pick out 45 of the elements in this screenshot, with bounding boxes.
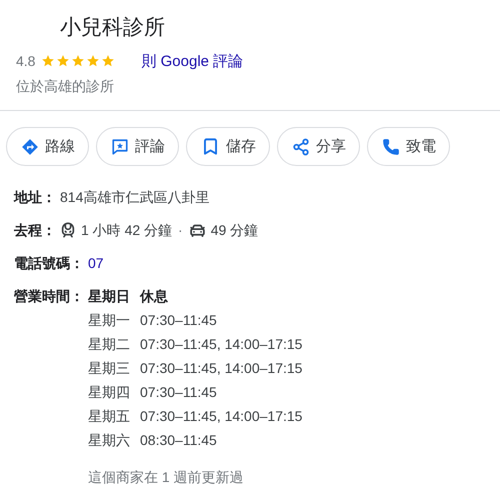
day-hours: 07:30–11:45 <box>140 383 217 401</box>
train-icon <box>60 222 76 238</box>
place-title: 小兒科診所 <box>60 15 166 41</box>
phone-label: 電話號碼： <box>14 254 84 272</box>
day-name: 星期日 <box>88 287 130 305</box>
phone-icon <box>382 138 400 156</box>
review-icon <box>111 138 129 156</box>
separator: · <box>178 221 183 239</box>
day-name: 星期五 <box>88 407 130 425</box>
directions-button[interactable]: 路線 <box>6 127 89 166</box>
rating-score: 4.8 <box>16 53 36 69</box>
place-category: 位於高雄的診所 <box>16 78 115 96</box>
review-button[interactable]: 評論 <box>96 127 179 166</box>
address-value: 814高雄市仁武區八卦里 <box>60 188 210 206</box>
day-hours: 休息 <box>140 287 168 305</box>
reviews-link[interactable]: 則 Google 評論 <box>141 52 244 70</box>
address-label: 地址： <box>14 188 56 206</box>
save-button[interactable]: 儲存 <box>186 127 270 166</box>
directions-icon <box>21 138 39 156</box>
update-note: 這個商家在 1 週前更新過 <box>88 469 245 487</box>
star-icon <box>41 54 56 68</box>
share-icon <box>292 138 310 156</box>
day-hours: 07:30–11:45 <box>140 311 217 329</box>
day-name: 星期三 <box>88 359 130 377</box>
day-hours: 07:30–11:45, 14:00–17:15 <box>140 407 302 425</box>
star-icon <box>101 54 116 68</box>
day-name: 星期二 <box>88 335 130 353</box>
hours-label: 營業時間： <box>14 287 84 306</box>
call-button[interactable]: 致電 <box>367 127 450 166</box>
day-name: 星期一 <box>88 311 130 329</box>
star-icon <box>71 54 86 68</box>
star-icon <box>86 54 100 68</box>
travel-time: 49 分鐘 <box>210 221 258 239</box>
share-button[interactable]: 分享 <box>277 127 360 166</box>
car-icon <box>188 222 206 238</box>
day-hours: 07:30–11:45, 14:00–17:15 <box>140 335 302 353</box>
travel-time: 1 小時 42 分鐘 <box>81 221 172 239</box>
day-name: 星期四 <box>88 383 130 401</box>
star-icon <box>56 54 70 68</box>
day-hours: 07:30–11:45, 14:00–17:15 <box>140 359 302 377</box>
phone-link[interactable]: 07 <box>88 254 104 272</box>
day-hours: 08:30–11:45 <box>140 431 217 449</box>
travel-label: 去程： <box>14 221 56 239</box>
bookmark-icon <box>201 137 220 156</box>
day-name: 星期六 <box>88 431 130 449</box>
